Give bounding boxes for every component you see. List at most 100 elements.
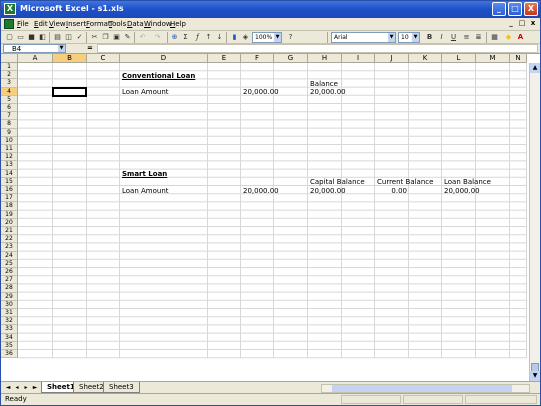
row-header-3[interactable]: 3 xyxy=(1,79,18,88)
close-button[interactable]: X xyxy=(524,2,538,16)
first-sheet-icon[interactable]: ◄ xyxy=(4,384,12,392)
row-header-33[interactable]: 33 xyxy=(1,325,18,334)
last-sheet-icon[interactable]: ► xyxy=(31,384,39,392)
row-header-23[interactable]: 23 xyxy=(1,243,18,252)
menu-file[interactable]: File xyxy=(17,20,29,28)
vertical-scrollbar[interactable]: ▲ ▼ xyxy=(529,63,540,381)
permission-icon[interactable]: ◧ xyxy=(38,33,47,42)
row-header-19[interactable]: 19 xyxy=(1,210,18,219)
row-header-13[interactable]: 13 xyxy=(1,161,18,170)
spelling-icon[interactable]: ✓ xyxy=(75,33,84,42)
row-header-15[interactable]: 15 xyxy=(1,177,18,186)
autosum-icon[interactable]: Σ xyxy=(181,33,190,42)
help-icon[interactable]: ? xyxy=(286,33,295,42)
align-left-icon[interactable]: ≡ xyxy=(462,33,471,42)
horizontal-scrollbar[interactable] xyxy=(321,384,530,393)
cell-d14[interactable]: Smart Loan xyxy=(122,170,167,178)
cut-icon[interactable]: ✂ xyxy=(90,33,99,42)
row-header-27[interactable]: 27 xyxy=(1,276,18,285)
zoom-select[interactable]: 100% ▼ xyxy=(252,32,282,43)
cell-j15[interactable]: Current Balance xyxy=(377,178,433,186)
redo-icon[interactable]: ↷ xyxy=(153,33,162,42)
row-header-8[interactable]: 8 xyxy=(1,120,18,129)
column-header-b[interactable]: B xyxy=(53,54,87,63)
row-header-11[interactable]: 11 xyxy=(1,145,18,154)
row-header-18[interactable]: 18 xyxy=(1,202,18,211)
cell-h3[interactable]: Balance xyxy=(310,80,338,88)
row-header-14[interactable]: 14 xyxy=(1,169,18,178)
column-header-f[interactable]: F xyxy=(241,54,274,63)
row-header-22[interactable]: 22 xyxy=(1,235,18,244)
italic-button[interactable]: I xyxy=(437,33,446,42)
row-header-24[interactable]: 24 xyxy=(1,251,18,260)
name-box[interactable]: B4 ▼ xyxy=(3,44,66,53)
row-header-7[interactable]: 7 xyxy=(1,112,18,121)
print-preview-icon[interactable]: ◫ xyxy=(64,33,73,42)
font-color-icon[interactable]: A xyxy=(516,33,525,42)
minimize-button[interactable]: _ xyxy=(492,2,506,16)
column-header-l[interactable]: L xyxy=(442,54,476,63)
column-header-m[interactable]: M xyxy=(476,54,510,63)
copy-icon[interactable]: ❐ xyxy=(101,33,110,42)
column-header-n[interactable]: N xyxy=(510,54,527,63)
column-header-h[interactable]: H xyxy=(308,54,342,63)
row-header-2[interactable]: 2 xyxy=(1,71,18,80)
scroll-down-icon[interactable]: ▼ xyxy=(530,371,540,381)
paste-icon[interactable]: ▣ xyxy=(112,33,121,42)
menu-format[interactable]: Format xyxy=(86,20,111,28)
row-header-9[interactable]: 9 xyxy=(1,128,18,137)
formula-equals-icon[interactable]: = xyxy=(87,44,93,53)
menu-insert[interactable]: Insert xyxy=(66,20,86,28)
workbook-icon[interactable] xyxy=(4,19,14,29)
row-header-25[interactable]: 25 xyxy=(1,259,18,268)
cell-j16[interactable]: 0.00 xyxy=(377,187,407,195)
row-header-26[interactable]: 26 xyxy=(1,268,18,277)
font-select[interactable]: Arial ▼ xyxy=(331,32,396,43)
undo-icon[interactable]: ↶ xyxy=(138,33,147,42)
row-header-29[interactable]: 29 xyxy=(1,292,18,301)
drawing-icon[interactable]: ◈ xyxy=(241,33,250,42)
hscroll-thumb[interactable] xyxy=(332,385,512,392)
hyperlink-icon[interactable]: ⊕ xyxy=(170,33,179,42)
bold-button[interactable]: B xyxy=(425,33,434,42)
align-center-icon[interactable]: ≣ xyxy=(474,33,483,42)
workbook-restore-button[interactable]: □ xyxy=(517,19,527,29)
formula-input[interactable] xyxy=(97,44,538,53)
open-icon[interactable]: ▭ xyxy=(16,33,25,42)
cell-d2[interactable]: Conventional Loan xyxy=(122,72,195,80)
function-icon[interactable]: ƒ xyxy=(193,33,202,42)
chart-wizard-icon[interactable]: ▮ xyxy=(230,33,239,42)
save-icon[interactable]: ■ xyxy=(27,33,36,42)
row-header-20[interactable]: 20 xyxy=(1,218,18,227)
workbook-minimize-button[interactable]: _ xyxy=(506,19,516,29)
row-header-4[interactable]: 4 xyxy=(1,87,18,96)
column-header-j[interactable]: J xyxy=(375,54,409,63)
column-header-c[interactable]: C xyxy=(87,54,120,63)
worksheet-grid[interactable]: ABCDEFGHIJKLMN 1 2 3 4 5 6 7 8 9 10 11 12 13 14 15 16 17… xyxy=(1,54,540,381)
menu-edit[interactable]: Edit xyxy=(34,20,48,28)
underline-button[interactable]: U xyxy=(449,33,458,42)
cell-h16[interactable]: 20,000.00 xyxy=(310,187,346,195)
select-all-corner[interactable] xyxy=(1,54,18,63)
next-sheet-icon[interactable]: ▸ xyxy=(22,384,30,392)
menu-data[interactable]: Data xyxy=(127,20,144,28)
menu-help[interactable]: Help xyxy=(170,20,186,28)
menu-window[interactable]: Window xyxy=(144,20,172,28)
row-header-30[interactable]: 30 xyxy=(1,300,18,309)
workbook-close-button[interactable]: x xyxy=(528,19,538,29)
row-header-31[interactable]: 31 xyxy=(1,309,18,318)
row-header-36[interactable]: 36 xyxy=(1,350,18,359)
column-header-i[interactable]: I xyxy=(342,54,375,63)
column-header-a[interactable]: A xyxy=(18,54,53,63)
cell-h4[interactable]: 20,000.00 xyxy=(310,88,346,96)
menu-tools[interactable]: Tools xyxy=(109,20,126,28)
font-size-select[interactable]: 10 ▼ xyxy=(398,32,420,43)
cell-l15[interactable]: Loan Balance xyxy=(444,178,491,186)
row-header-16[interactable]: 16 xyxy=(1,186,18,195)
cell-f4[interactable]: 20,000.00 xyxy=(243,88,279,96)
cell-l16[interactable]: 20,000.00 xyxy=(444,187,480,195)
print-icon[interactable]: ▤ xyxy=(53,33,62,42)
row-header-17[interactable]: 17 xyxy=(1,194,18,203)
cell-f16[interactable]: 20,000.00 xyxy=(243,187,279,195)
fill-color-icon[interactable]: ◆ xyxy=(504,33,513,42)
